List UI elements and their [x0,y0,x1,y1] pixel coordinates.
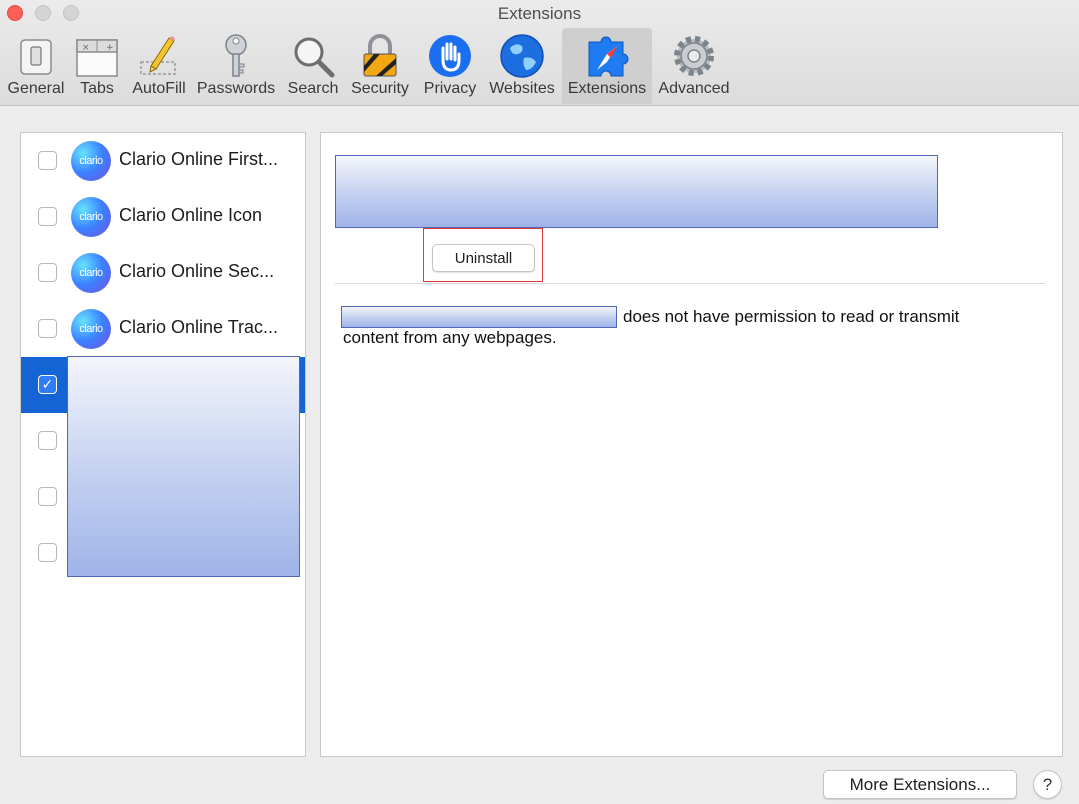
toolbar-label: Extensions [567,80,647,97]
clario-logo-icon: clario [71,309,111,349]
magnifier-icon [289,32,337,80]
pencil-icon [135,32,183,80]
extension-name: Clario Online Trac... [119,317,279,337]
toolbar-tabs[interactable]: × + Tabs [74,28,120,104]
help-button[interactable]: ? [1033,770,1062,799]
enable-checkbox[interactable] [38,207,57,226]
toolbar-advanced[interactable]: Advanced [656,28,732,104]
switch-icon [12,32,60,80]
enable-checkbox-checked[interactable]: ✓ [38,375,57,394]
toolbar-label: Security [351,80,409,97]
svg-text:×: × [82,43,90,53]
enable-checkbox[interactable] [38,151,57,170]
redacted-region [67,356,300,577]
toolbar-label: AutoFill [132,80,186,97]
key-icon [212,32,260,80]
extension-detail-panel: Uninstall does not have permission to re… [320,132,1063,757]
toolbar-autofill[interactable]: AutoFill [128,28,190,104]
uninstall-button[interactable]: Uninstall [432,244,535,272]
puzzle-compass-icon [583,32,631,80]
toolbar-label: Search [287,80,339,97]
extensions-list[interactable]: clario Clario Online First... clario Cla… [20,132,306,757]
toolbar-label: General [7,80,65,97]
toolbar-search[interactable]: Search [284,28,342,104]
clario-logo-icon: clario [71,197,111,237]
clario-logo-icon: clario [71,253,111,293]
gear-icon [670,32,718,80]
tabs-icon: × + [73,32,121,80]
svg-text:+: + [106,43,114,53]
extension-row[interactable]: clario Clario Online Sec... [21,245,305,301]
lock-icon [356,32,404,80]
toolbar-websites[interactable]: Websites [486,28,558,104]
toolbar-passwords[interactable]: Passwords [196,28,276,104]
toolbar-label: Websites [489,80,555,97]
enable-checkbox[interactable] [38,263,57,282]
globe-icon [498,32,546,80]
extension-name: Clario Online Sec... [119,261,275,281]
enable-checkbox[interactable] [38,431,57,450]
toolbar-label: Tabs [80,80,114,97]
extension-row[interactable]: clario Clario Online Icon [21,189,305,245]
clario-logo-icon: clario [71,141,111,181]
toolbar-extensions[interactable]: Extensions [562,28,652,104]
redacted-region [341,306,617,328]
toolbar-security[interactable]: Security [348,28,412,104]
divider [335,283,1045,284]
enable-checkbox[interactable] [38,319,57,338]
window-titlebar: Extensions General × + Tabs AutoFill Pas… [0,0,1079,106]
window-title: Extensions [497,4,582,23]
toolbar-label: Passwords [196,80,276,97]
permission-text: content from any webpages. [343,328,557,347]
extension-name: Clario Online Icon [119,205,263,225]
permission-text: does not have permission to read or tran… [623,307,960,326]
extension-row[interactable]: clario Clario Online First... [21,133,305,189]
toolbar-label: Privacy [423,80,477,97]
toolbar-general[interactable]: General [4,28,68,104]
hand-icon [426,32,474,80]
redacted-region [335,155,938,228]
toolbar-label: Advanced [658,80,730,97]
extension-name: Clario Online First... [119,149,279,169]
enable-checkbox[interactable] [38,543,57,562]
enable-checkbox[interactable] [38,487,57,506]
extension-row[interactable]: clario Clario Online Trac... [21,301,305,357]
more-extensions-button[interactable]: More Extensions... [823,770,1017,799]
toolbar-privacy[interactable]: Privacy [420,28,480,104]
